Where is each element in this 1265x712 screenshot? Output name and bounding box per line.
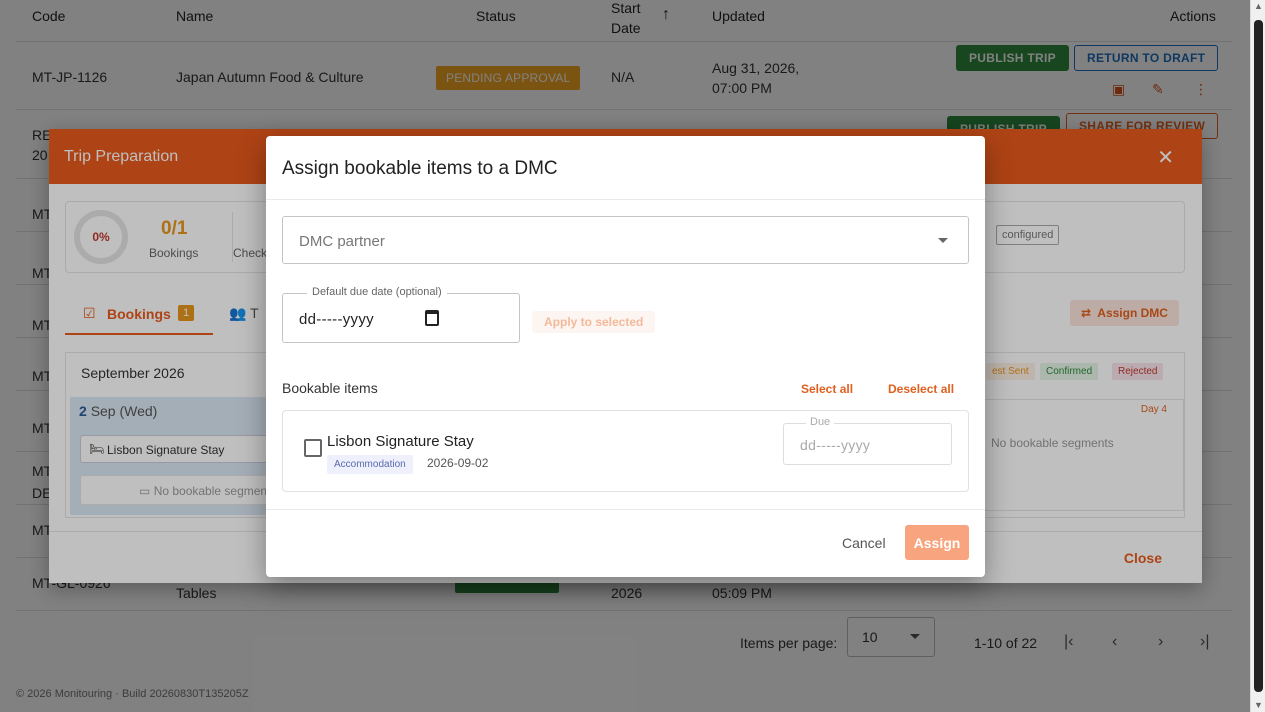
- default-due-date-field[interactable]: Default due date (optional) dd-----yyyy: [282, 286, 520, 343]
- divider: [266, 199, 985, 200]
- scroll-down-icon[interactable]: ▼: [1254, 701, 1263, 710]
- item-name: Lisbon Signature Stay: [327, 433, 474, 450]
- item-date: 2026-09-02: [427, 456, 489, 470]
- field-label: Default due date (optional): [307, 286, 447, 298]
- apply-to-selected-button[interactable]: Apply to selected: [532, 311, 656, 333]
- dialog-title: Assign bookable items to a DMC: [282, 158, 558, 179]
- field-label: Due: [806, 416, 835, 428]
- bookable-items-label: Bookable items: [282, 380, 378, 396]
- item-checkbox[interactable]: [304, 439, 322, 457]
- item-due-date-field[interactable]: Due dd-----yyyy: [783, 416, 952, 465]
- dmc-partner-select[interactable]: DMC partner: [282, 216, 969, 264]
- date-value: dd-----yyyy: [800, 437, 871, 453]
- cancel-button[interactable]: Cancel: [842, 535, 886, 551]
- divider: [266, 509, 985, 510]
- select-all-button[interactable]: Select all: [801, 382, 853, 396]
- deselect-all-button[interactable]: Deselect all: [888, 382, 954, 396]
- assign-dmc-dialog: Assign bookable items to a DMC DMC partn…: [266, 136, 985, 577]
- bookable-item: Lisbon Signature Stay Accommodation 2026…: [282, 410, 969, 492]
- date-value: dd-----yyyy: [299, 311, 374, 328]
- scrollbar[interactable]: ▲ ▼: [1250, 0, 1265, 712]
- scroll-thumb[interactable]: [1254, 20, 1263, 692]
- chevron-down-icon: [938, 238, 948, 243]
- calendar-icon[interactable]: [425, 310, 439, 326]
- item-type-tag: Accommodation: [327, 455, 413, 474]
- scroll-up-icon[interactable]: ▲: [1254, 2, 1263, 11]
- assign-button[interactable]: Assign: [905, 525, 969, 560]
- select-placeholder: DMC partner: [299, 233, 385, 250]
